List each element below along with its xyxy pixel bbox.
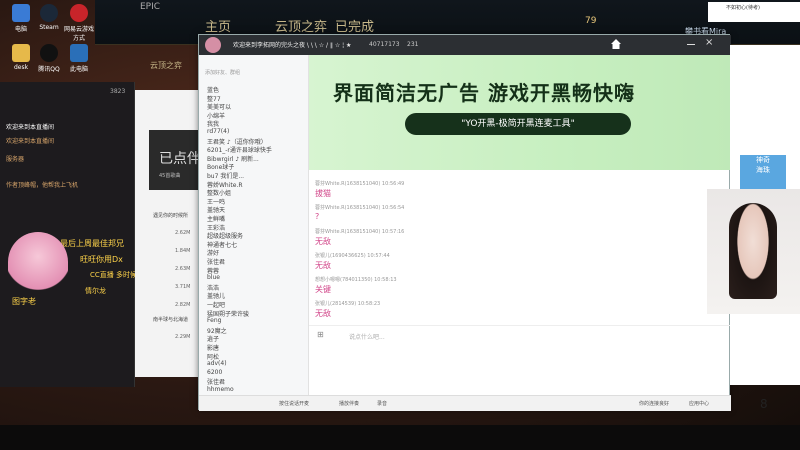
- browser-card[interactable]: 神奇 海珠: [740, 155, 786, 191]
- danmaku-item: CC直播 多时候: [90, 271, 138, 279]
- computer-icon: [12, 4, 30, 22]
- message-input-area[interactable]: 说点什么吧... ⊞: [309, 325, 731, 397]
- message-body: 无敌: [315, 261, 331, 270]
- channel-tree-item[interactable]: adv(4): [207, 360, 227, 367]
- song-size: 2.82M: [175, 302, 191, 308]
- home-icon[interactable]: [611, 39, 621, 49]
- netease-icon: [70, 4, 88, 22]
- record-button[interactable]: 录音: [377, 400, 387, 407]
- folder-icon: [12, 44, 30, 62]
- channel-tree-item[interactable]: blue: [207, 274, 220, 281]
- room-title: 欢迎来到李拓网的完头之夜 \ \ \ ☆ / ∥ ☆ ¦ ★: [233, 42, 352, 49]
- message-body: 无敌: [315, 309, 331, 318]
- chat-bottom-bar: 按住说话开麦 播放伴奏 录音 你的连接良好 应用中心: [199, 395, 731, 411]
- message-list: 蓉芬White.R(1638151040) 10:56:49 拔猫蓉芬White.…: [309, 170, 731, 320]
- channel-tree-item[interactable]: 6200: [207, 369, 222, 376]
- monitor-icon: [70, 44, 88, 62]
- banner-title: 界面简洁无广告 游戏开黑畅快嗨: [333, 81, 635, 105]
- taskbar: [0, 425, 800, 450]
- desktop-icon-this-pc[interactable]: 此电脑: [64, 44, 94, 73]
- channel-tree-item[interactable]: rd77(4): [207, 128, 229, 135]
- message-header: 想想小嗯嗯(784011350) 10:58:13: [315, 277, 397, 283]
- music-subtitle: 45首歌曲: [159, 173, 181, 179]
- person-figure: [729, 203, 777, 299]
- anime-avatar: [8, 232, 68, 302]
- message-body: 无敌: [315, 237, 331, 246]
- message-body: ?: [315, 212, 320, 221]
- danmaku-item: 情尔龙: [85, 287, 106, 295]
- desktop-icon-netease[interactable]: 网易云游戏方式: [64, 4, 94, 42]
- list-item: 欢迎来到本直播间: [6, 124, 55, 131]
- song-item[interactable]: 南半球与北海道: [153, 316, 188, 323]
- streamer-camera: [707, 189, 800, 314]
- app-center-button[interactable]: 应用中心: [689, 400, 709, 407]
- play-accompaniment-button[interactable]: 播放伴奏: [339, 400, 359, 407]
- message-header: 张银儿(1690436625) 10:57:44: [315, 253, 390, 259]
- desktop-icon-computer[interactable]: 电脑: [6, 4, 36, 33]
- list-item: 欢迎来到本直播间: [6, 138, 55, 145]
- notification-bar[interactable]: 不如初心(待考): [708, 2, 800, 22]
- song-size: 2.29M: [175, 334, 191, 340]
- gamepad-icon[interactable]: ⊞: [317, 330, 324, 339]
- push-to-talk-button[interactable]: 按住说话开麦: [279, 400, 309, 407]
- desktop-icon-steam[interactable]: Steam: [34, 4, 64, 31]
- epic-logo: EPIC: [140, 2, 161, 12]
- connection-status: 你的连接良好: [639, 401, 670, 407]
- message-header: 蓉芬White.R(1638151040) 10:56:49: [315, 181, 405, 187]
- chat-window: 欢迎来到李拓网的完头之夜 \ \ \ ☆ / ∥ ☆ ¦ ★ 40717173 …: [198, 34, 731, 411]
- avatar[interactable]: [205, 37, 221, 53]
- left-chat-panel: 欢迎来到本直播间 欢迎来到本直播间 服务器 作者顶峰帽，他帮我上飞机 最后上周最…: [0, 82, 138, 387]
- viewer-count: 3823: [110, 88, 126, 95]
- add-friends-label[interactable]: 添加好友、群组: [205, 69, 240, 76]
- message-input[interactable]: 说点什么吧...: [349, 332, 385, 341]
- danmaku-item: 旺旺你用Dx: [80, 255, 123, 264]
- message-body: 拔猫: [315, 189, 331, 198]
- minimize-icon[interactable]: [687, 44, 695, 45]
- message-header: 蓉芬White.R(1638151040) 10:57:16: [315, 229, 405, 235]
- nav-done[interactable]: 已完成: [335, 16, 374, 35]
- room-id: 40717173: [369, 41, 400, 48]
- song-size: 2.62M: [175, 230, 191, 236]
- big-number: 8: [760, 397, 768, 411]
- message-body: 关键: [315, 285, 331, 294]
- danmaku-item: 最后上周最佳邦兄: [60, 239, 124, 248]
- close-icon[interactable]: ×: [705, 37, 713, 48]
- steam-icon: [40, 4, 58, 22]
- banner-pill: "YO开黑-极简开黑连麦工具": [405, 113, 631, 135]
- ad-banner[interactable]: 界面简洁无广告 游戏开黑畅快嗨 "YO开黑-极简开黑连麦工具": [309, 55, 731, 170]
- chat-title-bar: 欢迎来到李拓网的完头之夜 \ \ \ ☆ / ∥ ☆ ¦ ★ 40717173 …: [199, 35, 731, 55]
- music-window: 已点伴 45首歌曲 遇见你的时候所 2.62M 1.84M 2.63M 3.71…: [135, 90, 205, 377]
- song-size: 3.71M: [175, 284, 191, 290]
- list-item: 服务器: [6, 156, 25, 163]
- nav-tft[interactable]: 云顶之弈: [275, 16, 327, 35]
- song-size: 1.84M: [175, 248, 191, 254]
- currency-count: 79: [585, 16, 597, 26]
- message-header: 张银儿(2814539) 10:58:23: [315, 301, 381, 307]
- desktop-icon-desk[interactable]: desk: [6, 44, 36, 71]
- nav-home[interactable]: 主页: [205, 16, 231, 35]
- song-size: 2.63M: [175, 266, 191, 272]
- channel-sidebar: 添加好友、群组 蓝色 整77 美美可以 小绵羊 我我 rd77(4) 王君笑 ♪（逗你你哦）…: [199, 55, 309, 397]
- qq-icon: [40, 44, 58, 62]
- channel-tree-item[interactable]: Feng: [207, 317, 221, 324]
- song-item[interactable]: 遇见你的时候所: [153, 212, 188, 219]
- music-title: 已点伴: [159, 151, 201, 167]
- channel-tree-item[interactable]: hhmemo: [207, 386, 234, 393]
- desktop-icon-qq[interactable]: 腾讯QQ: [34, 44, 64, 73]
- list-item: 作者顶峰帽，他帮我上飞机: [6, 182, 79, 189]
- online-count: 231: [407, 41, 419, 48]
- message-header: 蓉芬White.R(1638151040) 10:56:54: [315, 205, 405, 211]
